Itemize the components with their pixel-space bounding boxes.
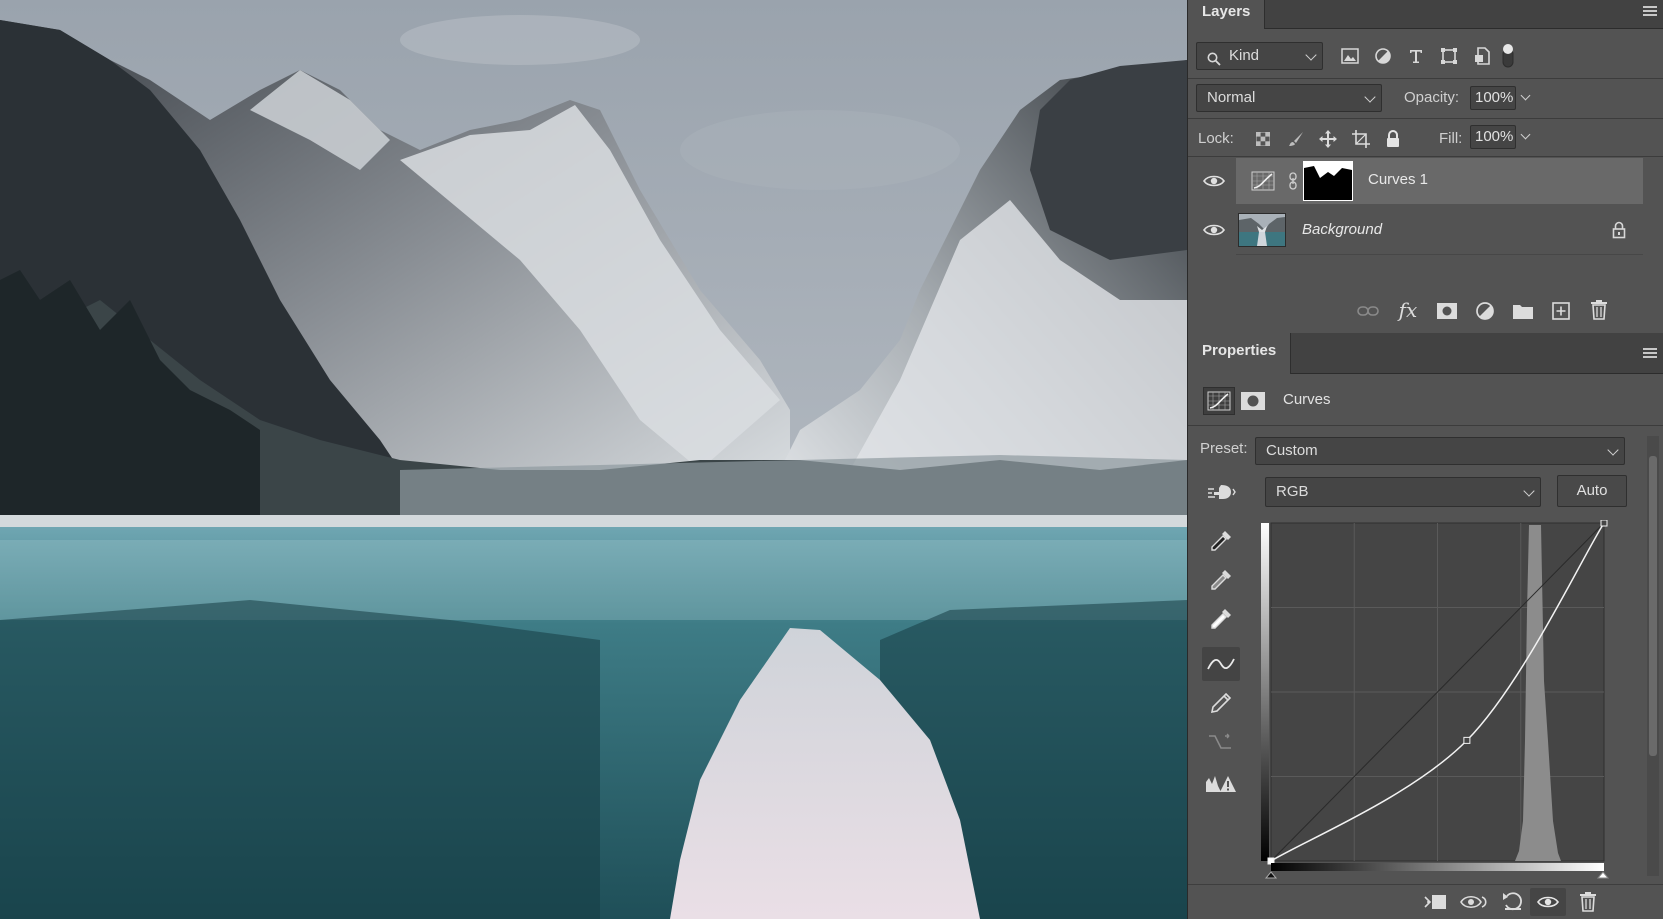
sample-black-point-eyedropper[interactable]: [1202, 524, 1240, 558]
sample-gray-point-eyedropper[interactable]: [1202, 563, 1240, 597]
filter-shape-layers-icon[interactable]: [1439, 46, 1459, 66]
fill-slider-dropdown[interactable]: [1517, 125, 1537, 149]
properties-panel-menu-icon[interactable]: [1643, 348, 1657, 360]
output-gradient-bar: [1261, 523, 1269, 861]
curves-adjustment-icon: [1250, 170, 1276, 192]
edit-points-curve-tool[interactable]: [1202, 647, 1240, 681]
channel-dropdown[interactable]: RGB: [1265, 477, 1541, 507]
channel-value: RGB: [1276, 483, 1309, 500]
sample-white-point-eyedropper[interactable]: [1202, 602, 1240, 636]
mask-properties-icon[interactable]: [1240, 390, 1266, 412]
panels-dock: Layers Kind Normal Opacity: 100% Lock: F…: [1187, 0, 1663, 919]
filter-type-layers-icon[interactable]: [1406, 46, 1426, 66]
layer-locked-icon[interactable]: [1611, 220, 1627, 240]
filter-smart-objects-icon[interactable]: [1472, 46, 1492, 66]
visibility-eye-icon[interactable]: [1202, 221, 1226, 239]
link-mask-icon[interactable]: [1288, 170, 1298, 192]
new-adjustment-layer-icon[interactable]: [1474, 300, 1496, 322]
toggle-layer-visibility-icon[interactable]: [1530, 888, 1566, 916]
curves-graph[interactable]: [1261, 519, 1611, 880]
opacity-input[interactable]: 100%: [1470, 86, 1516, 110]
curve-control-point[interactable]: [1600, 519, 1608, 527]
adjustment-name: Curves: [1283, 391, 1331, 408]
filter-kind-label: Kind: [1229, 47, 1260, 64]
white-input-slider[interactable]: [1596, 871, 1610, 879]
delete-adjustment-icon[interactable]: [1576, 890, 1600, 914]
lock-all-icon[interactable]: [1384, 129, 1402, 149]
background-layer-thumbnail: [1238, 213, 1286, 247]
filter-kind-dropdown[interactable]: Kind: [1196, 42, 1323, 70]
auto-button[interactable]: Auto: [1557, 475, 1627, 507]
layer-name-curves-1: Curves 1: [1368, 171, 1429, 188]
visibility-eye-icon[interactable]: [1202, 172, 1226, 190]
layer-row-background[interactable]: Background: [1236, 207, 1643, 253]
preset-label: Preset:: [1200, 440, 1248, 457]
lock-transparent-pixels-icon[interactable]: [1254, 130, 1272, 148]
filter-pixel-layers-icon[interactable]: [1340, 46, 1360, 66]
filter-toggle-icon[interactable]: [1500, 42, 1516, 70]
lock-artboard-icon[interactable]: [1352, 130, 1370, 148]
add-layer-mask-icon[interactable]: [1436, 300, 1458, 322]
lock-image-pixels-icon[interactable]: [1287, 130, 1305, 148]
smooth-curve-tool[interactable]: [1202, 725, 1240, 759]
layer-mask-thumbnail[interactable]: [1303, 161, 1353, 201]
properties-tabbar: Properties: [1188, 333, 1663, 374]
view-previous-state-icon[interactable]: [1460, 890, 1488, 914]
input-gradient-bar: [1271, 863, 1604, 871]
filter-adjustment-layers-icon[interactable]: [1373, 46, 1393, 66]
opacity-slider-dropdown[interactable]: [1517, 86, 1537, 110]
tab-properties[interactable]: Properties: [1188, 333, 1292, 374]
document-canvas[interactable]: [0, 0, 1187, 919]
clip-to-layer-icon[interactable]: [1422, 890, 1448, 914]
layer-row-curves-1[interactable]: Curves 1: [1236, 158, 1643, 204]
reset-adjustment-icon[interactable]: [1500, 890, 1526, 914]
draw-curve-pencil-tool[interactable]: [1202, 686, 1240, 720]
fill-label: Fill:: [1439, 130, 1463, 147]
layer-name-background: Background: [1302, 221, 1383, 238]
search-icon: [1207, 49, 1221, 66]
blend-mode-dropdown[interactable]: Normal: [1196, 84, 1382, 112]
new-group-folder-icon[interactable]: [1512, 300, 1534, 322]
layers-tabbar: Layers: [1188, 0, 1663, 29]
clipping-warning-icon[interactable]: [1202, 767, 1240, 801]
curve-control-point[interactable]: [1463, 736, 1471, 744]
link-layers-icon[interactable]: [1356, 300, 1380, 322]
black-input-slider[interactable]: [1264, 871, 1278, 879]
fill-input[interactable]: 100%: [1470, 125, 1516, 149]
new-layer-icon[interactable]: [1550, 300, 1572, 322]
photo-mountain-lake: [0, 0, 1187, 919]
opacity-label: Opacity:: [1404, 89, 1460, 106]
layers-panel-menu-icon[interactable]: [1643, 6, 1657, 18]
tab-layers[interactable]: Layers: [1188, 0, 1266, 29]
preset-value: Custom: [1266, 442, 1318, 459]
preset-dropdown[interactable]: Custom: [1255, 437, 1625, 465]
properties-scrollbar[interactable]: [1647, 436, 1659, 876]
curves-adjustment-icon[interactable]: [1203, 387, 1235, 415]
blend-mode-value: Normal: [1207, 89, 1256, 106]
delete-layer-icon[interactable]: [1588, 299, 1610, 321]
lock-label: Lock:: [1198, 130, 1234, 147]
on-image-adjustment-tool-icon[interactable]: [1206, 478, 1238, 506]
layer-style-fx-icon[interactable]: fx: [1396, 298, 1420, 322]
lock-position-icon[interactable]: [1319, 130, 1337, 148]
scrollbar-thumb[interactable]: [1649, 456, 1657, 756]
